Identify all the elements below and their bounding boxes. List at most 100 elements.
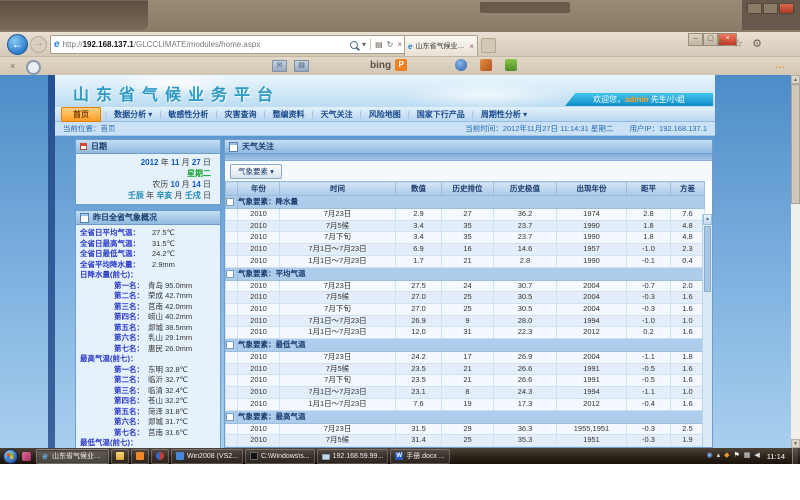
search-icon[interactable] bbox=[350, 41, 358, 49]
rank-value[interactable]: 郯城 31.7℃ bbox=[144, 417, 188, 428]
rank-value[interactable]: 苍山 32.2℃ bbox=[144, 396, 188, 407]
browser-toolbar: ← → e http:// 192.168.137.1 /GLCCLIMATE/… bbox=[0, 32, 800, 57]
more-options-icon[interactable]: ... bbox=[775, 60, 786, 70]
camera-icon[interactable] bbox=[455, 59, 467, 71]
checkbox[interactable] bbox=[226, 198, 234, 206]
cell: 7月1日～7月23日 bbox=[280, 387, 396, 399]
scroll-down-icon[interactable]: ▼ bbox=[791, 439, 800, 448]
star-favorites-icon[interactable]: ☆ bbox=[733, 37, 743, 50]
bing-toolbar[interactable]: bing P bbox=[370, 59, 407, 71]
column-header-1[interactable]: 年份 bbox=[238, 182, 280, 196]
checkbox[interactable] bbox=[226, 341, 234, 349]
network-icon[interactable]: ▦ bbox=[744, 452, 751, 460]
taskbar-button-8[interactable]: W手册.docx ... bbox=[390, 449, 450, 464]
rank-value[interactable]: 青岛 95.0mm bbox=[144, 281, 192, 292]
forward-button[interactable]: → bbox=[30, 36, 47, 53]
gallery-icon[interactable]: ▤ bbox=[294, 60, 309, 72]
weather-watch-header: 天气关注 bbox=[225, 140, 712, 154]
column-header-3[interactable]: 数值 bbox=[396, 182, 442, 196]
calendar-text: 2012 bbox=[141, 158, 159, 167]
start-button[interactable] bbox=[3, 449, 18, 464]
show-desktop-button[interactable] bbox=[792, 448, 798, 464]
rank-value[interactable]: 莒南 42.0mm bbox=[144, 302, 192, 313]
taskbar-button-3[interactable] bbox=[131, 449, 149, 464]
nav-item-3[interactable]: 敏感性分析 bbox=[161, 108, 215, 121]
rank-value[interactable]: 荣成 42.7mm bbox=[144, 291, 192, 302]
action-center-flag-icon[interactable]: ⚑ bbox=[733, 452, 739, 460]
paint-icon[interactable] bbox=[480, 59, 492, 71]
table-group-row[interactable]: 气象要素：降水量 bbox=[226, 196, 705, 209]
browser-tab[interactable]: e 山东省气候业务平... × bbox=[404, 35, 478, 56]
column-header-6[interactable]: 出现年份 bbox=[557, 182, 627, 196]
maximize-button[interactable]: ▢ bbox=[703, 33, 718, 46]
cell: 2.8 bbox=[494, 255, 557, 267]
compass-icon[interactable] bbox=[26, 60, 41, 75]
table-scrollbar[interactable]: ▲ bbox=[702, 214, 712, 448]
weather-data-table: 年份时间数值历史排位历史极值出现年份距平方差气象要素：降水量20107月23日2… bbox=[225, 181, 705, 448]
nav-item-8[interactable]: 国家下行产品 bbox=[410, 108, 472, 121]
ie-tab-icon: e bbox=[408, 42, 412, 51]
minimize-button[interactable]: – bbox=[688, 33, 703, 46]
scroll-up-icon[interactable]: ▲ bbox=[791, 75, 800, 84]
scroll-up-icon[interactable]: ▲ bbox=[703, 214, 712, 225]
cell: 36.2 bbox=[494, 209, 557, 221]
taskbar-button-4[interactable] bbox=[151, 449, 169, 464]
pinned-app-icon[interactable] bbox=[22, 452, 31, 461]
table-row: 20107月1日～7月23日26.9928.01994-1.01.0 bbox=[226, 315, 705, 327]
table-group-row[interactable]: 气象要素：最低气温 bbox=[226, 339, 705, 352]
taskbar-button-7[interactable]: 192.168.59.99... bbox=[317, 449, 389, 464]
tab-close-icon[interactable]: × bbox=[469, 42, 474, 51]
element-filter-button[interactable]: 气象要素 ▾ bbox=[230, 164, 282, 179]
table-group-row[interactable]: 气象要素：平均气温 bbox=[226, 267, 705, 280]
column-header-2[interactable]: 时间 bbox=[280, 182, 396, 196]
column-header-8[interactable]: 方差 bbox=[671, 182, 705, 196]
volume-icon[interactable]: ◀ bbox=[754, 452, 759, 460]
taskbar-button-2[interactable] bbox=[111, 449, 129, 464]
sidebar: 日期 2012 年 11 月 27 日星期二农历 10 月 14 日壬辰 年 辛… bbox=[75, 139, 221, 448]
gear-tools-icon[interactable]: ⚙ bbox=[752, 37, 762, 50]
column-header-4[interactable]: 历史排位 bbox=[442, 182, 494, 196]
checkbox[interactable] bbox=[226, 270, 234, 278]
nav-item-1[interactable]: 首页 bbox=[61, 107, 101, 122]
addon-close-icon[interactable]: × bbox=[10, 61, 15, 71]
rank-value[interactable]: 东明 32.8℃ bbox=[144, 365, 188, 376]
rank-value[interactable]: 郯城 38.5mm bbox=[144, 323, 192, 334]
nav-item-2[interactable]: 数据分析 ▾ bbox=[107, 108, 159, 121]
scrollbar-thumb[interactable] bbox=[704, 226, 711, 292]
folder-icon bbox=[116, 452, 124, 460]
scrollbar-thumb[interactable] bbox=[791, 84, 800, 204]
column-header-7[interactable]: 距平 bbox=[627, 182, 671, 196]
compatibility-view-icon[interactable]: ▤ bbox=[375, 40, 383, 49]
ime-icon[interactable]: ◉ bbox=[706, 452, 712, 460]
nav-item-7[interactable]: 风险地图 bbox=[362, 108, 408, 121]
back-button[interactable]: ← bbox=[7, 34, 28, 55]
table-group-row[interactable]: 气象要素：最高气温 bbox=[226, 410, 705, 423]
nav-item-9[interactable]: 周期性分析 ▾ bbox=[474, 108, 534, 121]
rank-value[interactable]: 惠民 26.0mm bbox=[144, 344, 192, 355]
rank-value[interactable]: 临清 32.4℃ bbox=[144, 386, 188, 397]
stop-icon[interactable]: × bbox=[397, 40, 402, 49]
rank-value[interactable]: 乳山 29.1mm bbox=[144, 333, 192, 344]
checkbox[interactable] bbox=[226, 413, 234, 421]
messenger-icon[interactable] bbox=[505, 59, 517, 71]
taskbar-button-5[interactable]: Win2008 (VS2... bbox=[171, 449, 243, 464]
refresh-icon[interactable]: ↻ bbox=[387, 40, 394, 49]
nav-item-4[interactable]: 灾害查询 bbox=[217, 108, 263, 121]
rank-value[interactable]: 菏泽 31.8℃ bbox=[144, 407, 188, 418]
taskbar-button-6[interactable]: C:\Windows\s... bbox=[245, 449, 315, 464]
show-hidden-icons-button[interactable]: ▴ bbox=[717, 452, 721, 460]
browser-scrollbar[interactable]: ▲ ▼ bbox=[791, 75, 800, 448]
home-icon[interactable]: ⌂ bbox=[718, 37, 725, 50]
update-icon[interactable]: ◆ bbox=[724, 452, 729, 460]
mail-icon[interactable]: ✉ bbox=[272, 60, 287, 72]
rank-value[interactable]: 临沂 32.7℃ bbox=[144, 375, 188, 386]
rank-value[interactable]: 崂山 40.2mm bbox=[144, 312, 192, 323]
new-tab-button[interactable] bbox=[481, 38, 496, 53]
address-bar[interactable]: e http:// 192.168.137.1 /GLCCLIMATE/modu… bbox=[50, 35, 408, 54]
column-header-5[interactable]: 历史极值 bbox=[494, 182, 557, 196]
rank-value[interactable]: 莒南 31.6℃ bbox=[144, 428, 188, 439]
chevron-down-icon[interactable]: ▾ bbox=[362, 40, 366, 49]
nav-item-6[interactable]: 天气关注 bbox=[314, 108, 360, 121]
nav-item-5[interactable]: 整编资料 bbox=[266, 108, 312, 121]
taskbar-button-1[interactable]: e山东省气候业务平... bbox=[36, 449, 109, 464]
